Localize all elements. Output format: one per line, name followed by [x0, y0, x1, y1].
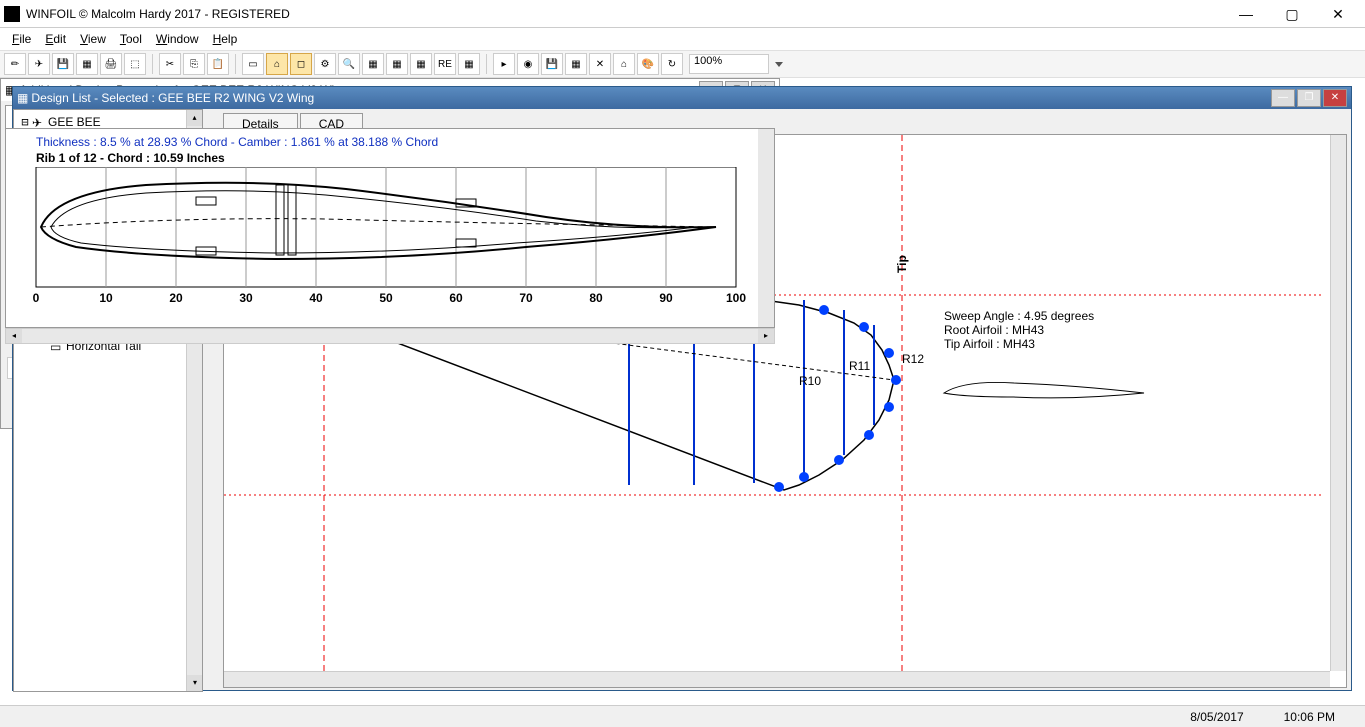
rib-hscroll[interactable]: ◂▸	[5, 328, 775, 344]
tool-c[interactable]: ◻	[290, 53, 312, 75]
status-date: 8/05/2017	[1190, 710, 1243, 724]
svg-text:0: 0	[33, 291, 40, 305]
tip-label: Tip	[895, 255, 909, 273]
tool-6[interactable]: ⬚	[124, 53, 146, 75]
separator	[152, 54, 153, 74]
child-restore-button[interactable]: ❐	[1297, 89, 1321, 107]
separator	[235, 54, 236, 74]
tool-p[interactable]: 🎨	[637, 53, 659, 75]
thickness-text: Thickness : 8.5 % at 28.93 % Chord - Cam…	[6, 129, 774, 151]
r10-label: R10	[799, 374, 821, 388]
tool-g[interactable]: ▦	[386, 53, 408, 75]
tool-print[interactable]: 🖨	[100, 53, 122, 75]
tool-e[interactable]: 🔍	[338, 53, 360, 75]
rib-vscroll[interactable]	[758, 129, 774, 327]
tool-j[interactable]: ▦	[458, 53, 480, 75]
menu-window[interactable]: Window	[150, 30, 205, 48]
tool-b[interactable]: ⌂	[266, 53, 288, 75]
close-button[interactable]: ✕	[1315, 0, 1361, 28]
menu-bar: File Edit View Tool Window Help	[0, 28, 1365, 50]
svg-text:10: 10	[99, 291, 113, 305]
root-airfoil-text: Root Airfoil : MH43	[944, 323, 1044, 337]
menu-file[interactable]: File	[6, 30, 37, 48]
svg-text:50: 50	[379, 291, 393, 305]
svg-text:80: 80	[589, 291, 603, 305]
canvas-hscroll[interactable]	[224, 671, 1330, 687]
maximize-button[interactable]: ▢	[1269, 0, 1315, 28]
tool-k[interactable]: ◉	[517, 53, 539, 75]
tool-h[interactable]: ▦	[410, 53, 432, 75]
zoom-select[interactable]: 100%	[689, 54, 769, 74]
tool-cut[interactable]: ✂	[159, 53, 181, 75]
svg-text:70: 70	[519, 291, 533, 305]
svg-text:100: 100	[726, 291, 746, 305]
svg-text:40: 40	[309, 291, 323, 305]
minimize-button[interactable]: —	[1223, 0, 1269, 28]
svg-text:60: 60	[449, 291, 463, 305]
window-icon: ▦	[17, 91, 28, 105]
svg-text:20: 20	[169, 291, 183, 305]
tool-save[interactable]: 💾	[52, 53, 74, 75]
zoom-dropdown-icon[interactable]	[775, 62, 783, 67]
tool-pointer[interactable]: ▸	[493, 53, 515, 75]
design-list-title: Design List - Selected : GEE BEE R2 WING…	[31, 91, 1269, 105]
tool-a[interactable]: ▭	[242, 53, 264, 75]
app-icon	[4, 6, 20, 22]
menu-tool[interactable]: Tool	[114, 30, 148, 48]
r11-label: R11	[849, 359, 870, 373]
tip-airfoil-text: Tip Airfoil : MH43	[944, 337, 1035, 351]
status-time: 10:06 PM	[1284, 710, 1335, 724]
status-bar: 8/05/2017 10:06 PM	[0, 705, 1365, 727]
app-title: WINFOIL © Malcolm Hardy 2017 - REGISTERE…	[26, 7, 1223, 21]
tool-1[interactable]: ✏	[4, 53, 26, 75]
tool-copy[interactable]: ⎘	[183, 53, 205, 75]
r12-label: R12	[902, 352, 924, 366]
menu-edit[interactable]: Edit	[39, 30, 72, 48]
canvas-vscroll[interactable]	[1330, 135, 1346, 671]
tool-paste[interactable]: 📋	[207, 53, 229, 75]
separator	[486, 54, 487, 74]
tool-q[interactable]: ↻	[661, 53, 683, 75]
svg-text:30: 30	[239, 291, 253, 305]
child-close-button[interactable]: ✕	[1323, 89, 1347, 107]
tool-4[interactable]: ▦	[76, 53, 98, 75]
tool-n[interactable]: ✕	[589, 53, 611, 75]
sweep-text: Sweep Angle : 4.95 degrees	[944, 309, 1094, 323]
menu-view[interactable]: View	[74, 30, 112, 48]
tool-2[interactable]: ✈	[28, 53, 50, 75]
tool-i[interactable]: RE	[434, 53, 456, 75]
tool-d[interactable]: ⚙	[314, 53, 336, 75]
tool-l[interactable]: 💾	[541, 53, 563, 75]
tool-m[interactable]: ▦	[565, 53, 587, 75]
tool-f[interactable]: ▦	[362, 53, 384, 75]
menu-help[interactable]: Help	[207, 30, 244, 48]
rib-title: Rib 1 of 12 - Chord : 10.59 Inches	[6, 151, 774, 167]
toolbar: ✏ ✈ 💾 ▦ 🖨 ⬚ ✂ ⎘ 📋 ▭ ⌂ ◻ ⚙ 🔍 ▦ ▦ ▦ RE ▦ ▸…	[0, 50, 1365, 78]
tool-o[interactable]: ⌂	[613, 53, 635, 75]
child-min-button[interactable]: —	[1271, 89, 1295, 107]
svg-text:90: 90	[659, 291, 673, 305]
